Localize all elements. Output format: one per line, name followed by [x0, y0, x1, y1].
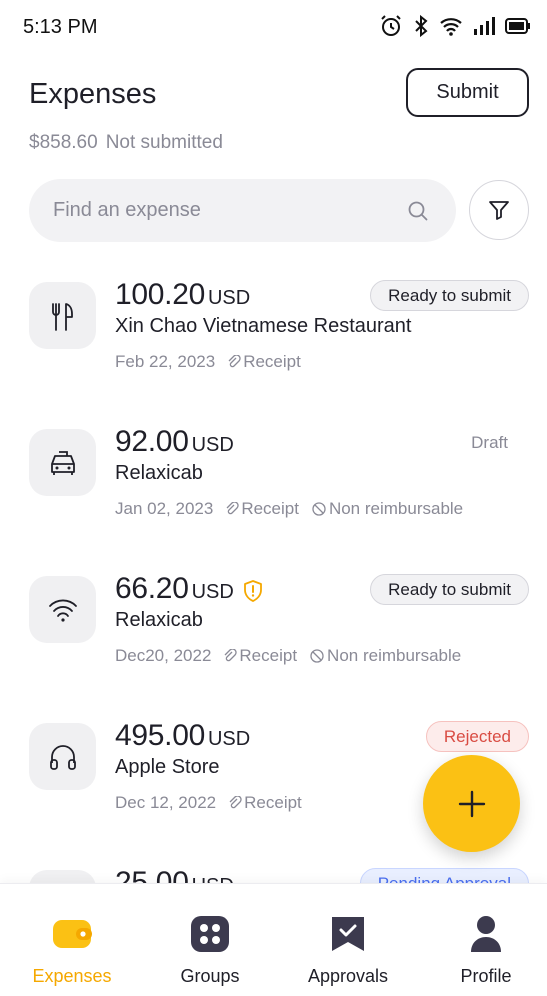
bottom-nav: Expenses Groups Approvals Profile — [0, 883, 547, 996]
expense-currency: USD — [207, 728, 251, 750]
fork-knife-icon — [51, 302, 73, 331]
paperclip-icon — [228, 355, 241, 368]
status-badge: Pending Approval — [359, 868, 529, 883]
receipt-label: Receipt — [241, 499, 299, 518]
expense-currency: USD — [192, 875, 234, 883]
category-icon-container — [29, 429, 96, 496]
wifi-icon — [48, 599, 77, 622]
expense-amount: 495.00 — [115, 719, 205, 752]
expense-merchant: Relaxicab — [115, 609, 203, 631]
nav-item-groups[interactable]: Groups — [142, 884, 278, 996]
nav-item-profile[interactable]: Profile — [418, 884, 547, 996]
taxi-icon — [50, 450, 75, 475]
total-amount: $858.60 — [29, 132, 98, 153]
person-icon — [469, 914, 503, 954]
status-bar: 5:13 PM — [0, 0, 547, 56]
receipt-label: Receipt — [244, 793, 302, 812]
category-icon-container — [29, 723, 96, 790]
amount-row: 92.00 USD — [115, 425, 234, 459]
status-badge: Ready to submit — [370, 280, 529, 311]
page-title: Expenses — [29, 78, 157, 110]
add-expense-button[interactable] — [423, 755, 520, 852]
expense-item[interactable]: 92.00 USD Relaxicab Jan 02, 2023 Receipt… — [0, 412, 547, 542]
filter-icon — [489, 201, 509, 220]
grid-icon — [190, 914, 230, 954]
nav-label: Approvals — [307, 966, 389, 986]
amount-row: 25.00 USD — [115, 866, 234, 883]
receipt-tag: Receipt — [228, 793, 302, 813]
paperclip-icon — [229, 796, 242, 809]
expense-currency: USD — [191, 581, 234, 603]
expense-summary: $858.60 Not submitted — [29, 132, 223, 154]
submission-status: Not submitted — [105, 132, 223, 153]
status-icons — [379, 14, 531, 38]
expense-meta: Jan 02, 2023 Receipt Non reimbursable — [115, 499, 463, 519]
nav-item-approvals[interactable]: Approvals — [280, 884, 416, 996]
search-input[interactable] — [53, 179, 393, 242]
expense-currency: USD — [191, 434, 234, 456]
expense-date: Dec 12, 2022 — [115, 793, 217, 812]
category-icon-container — [29, 282, 96, 349]
wallet-icon — [52, 914, 92, 954]
expense-date: Feb 22, 2023 — [115, 352, 216, 371]
search-icon[interactable] — [406, 199, 430, 223]
amount-row: 66.20 USD — [115, 572, 264, 606]
category-icon-container — [29, 870, 96, 883]
receipt-label: Receipt — [239, 646, 298, 665]
expense-meta: Feb 22, 2023 Receipt — [115, 352, 301, 372]
alarm-icon — [381, 15, 401, 36]
nav-label: Expenses — [32, 966, 112, 986]
nav-label: Groups — [180, 966, 240, 986]
expense-item[interactable]: 25.00 USD Pending Approval — [0, 853, 547, 883]
nav-item-expenses[interactable]: Expenses — [4, 884, 140, 996]
expense-merchant: Xin Chao Vietnamese Restaurant — [115, 315, 412, 337]
filter-button[interactable] — [469, 180, 529, 240]
headphones-icon — [49, 744, 76, 770]
no-entry-icon — [312, 502, 326, 516]
category-icon-container — [29, 576, 96, 643]
expense-currency: USD — [207, 287, 251, 309]
expense-amount: 92.00 — [115, 425, 189, 458]
status-badge: Ready to submit — [370, 574, 529, 605]
amount-row: 100.20 USD — [115, 278, 250, 312]
receipt-tag: Receipt — [227, 352, 301, 372]
receipt-tag: Receipt — [225, 499, 299, 519]
shield-warning-icon[interactable] — [242, 579, 264, 603]
status-time: 5:13 PM — [23, 16, 98, 38]
expense-item[interactable]: 66.20 USD Relaxicab Dec20, 2022 Receipt … — [0, 559, 547, 689]
expense-date: Jan 02, 2023 — [115, 499, 214, 518]
receipt-tag: Receipt — [223, 646, 297, 666]
signal-icon — [474, 17, 495, 35]
expense-amount: 25.00 — [115, 866, 189, 883]
search-bar — [29, 179, 456, 242]
status-badge: Rejected — [425, 721, 529, 752]
wifi-status-icon — [440, 18, 462, 36]
status-badge: Draft — [471, 432, 508, 452]
expense-merchant: Relaxicab — [115, 462, 203, 484]
expense-merchant: Apple Store — [115, 756, 220, 778]
non-reimbursable-label: Non reimbursable — [327, 646, 462, 665]
expense-item[interactable]: 100.20 USD Xin Chao Vietnamese Restauran… — [0, 265, 547, 395]
paperclip-icon — [224, 649, 238, 662]
nav-label: Profile — [460, 966, 512, 986]
non-reimbursable-tag: Non reimbursable — [309, 646, 461, 666]
receipt-label: Receipt — [243, 352, 301, 371]
no-entry-icon — [310, 649, 324, 663]
expense-meta: Dec20, 2022 Receipt Non reimbursable — [115, 646, 461, 666]
battery-icon — [505, 18, 530, 34]
non-reimbursable-label: Non reimbursable — [328, 499, 464, 518]
expense-amount: 66.20 — [115, 572, 189, 605]
approval-icon — [330, 914, 366, 954]
amount-row: 495.00 USD — [115, 719, 250, 753]
bluetooth-icon — [415, 14, 428, 38]
submit-button[interactable]: Submit — [406, 68, 529, 117]
plus-icon — [458, 790, 485, 817]
paperclip-icon — [226, 502, 239, 515]
expense-meta: Dec 12, 2022 Receipt — [115, 793, 302, 813]
expense-amount: 100.20 — [115, 278, 205, 311]
non-reimbursable-tag: Non reimbursable — [311, 499, 463, 519]
expense-date: Dec20, 2022 — [115, 646, 212, 665]
